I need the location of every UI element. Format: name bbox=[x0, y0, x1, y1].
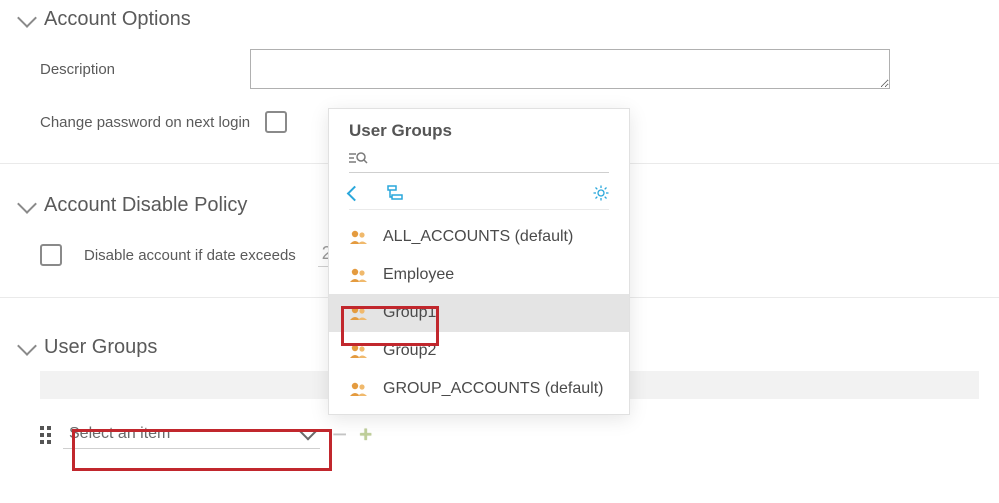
popup-item-label: Group1 bbox=[383, 304, 436, 322]
section-title: Account Disable Policy bbox=[44, 194, 247, 217]
chevron-down-icon bbox=[17, 8, 37, 28]
user-groups-select[interactable]: Select an item bbox=[63, 420, 320, 449]
hierarchy-icon[interactable] bbox=[386, 185, 404, 201]
popup-item[interactable]: Group2 bbox=[329, 332, 629, 370]
user-group-icon bbox=[349, 229, 369, 245]
drag-handle-icon[interactable] bbox=[40, 426, 51, 444]
popup-item-label: GROUP_ACCOUNTS (default) bbox=[383, 380, 604, 398]
chevron-down-icon bbox=[300, 424, 317, 441]
user-group-icon bbox=[349, 305, 369, 321]
chevron-down-icon bbox=[17, 336, 37, 356]
section-title: User Groups bbox=[44, 336, 157, 359]
chevron-down-icon bbox=[17, 194, 37, 214]
search-icon bbox=[349, 151, 369, 165]
user-group-icon bbox=[349, 267, 369, 283]
description-label: Description bbox=[40, 61, 250, 78]
disable-account-checkbox[interactable] bbox=[40, 244, 62, 266]
section-header-account-options[interactable]: Account Options bbox=[0, 0, 999, 37]
popup-item-label: Employee bbox=[383, 266, 454, 284]
gear-icon[interactable] bbox=[593, 185, 609, 201]
back-button[interactable] bbox=[347, 185, 363, 201]
select-placeholder: Select an item bbox=[69, 425, 170, 443]
user-group-icon bbox=[349, 343, 369, 359]
popup-item[interactable]: Employee bbox=[329, 256, 629, 294]
popup-item[interactable]: Group1 bbox=[329, 294, 629, 332]
popup-search[interactable] bbox=[349, 151, 609, 173]
popup-title: User Groups bbox=[329, 109, 629, 145]
disable-account-label: Disable account if date exceeds bbox=[84, 247, 296, 264]
user-group-icon bbox=[349, 381, 369, 397]
popup-item[interactable]: ALL_ACCOUNTS (default) bbox=[329, 218, 629, 256]
add-button[interactable]: + bbox=[359, 422, 372, 448]
section-title: Account Options bbox=[44, 8, 191, 31]
popup-item-label: ALL_ACCOUNTS (default) bbox=[383, 228, 573, 246]
description-input[interactable] bbox=[250, 49, 890, 89]
change-password-checkbox[interactable] bbox=[265, 111, 287, 133]
popup-item-label: Group2 bbox=[383, 342, 436, 360]
change-password-label: Change password on next login bbox=[40, 114, 250, 131]
remove-button[interactable]: − bbox=[332, 419, 347, 450]
user-groups-popup: User Groups bbox=[328, 108, 630, 415]
popup-item[interactable]: GROUP_ACCOUNTS (default) bbox=[329, 370, 629, 408]
